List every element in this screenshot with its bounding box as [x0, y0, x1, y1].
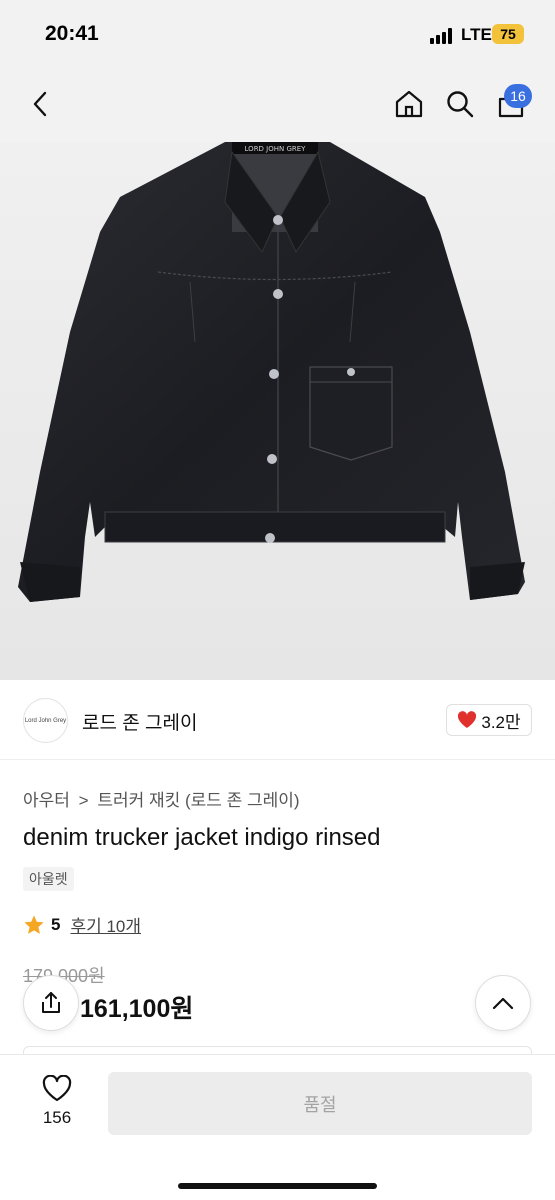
seller-like-count: 3.2만 [481, 712, 521, 732]
chevron-up-icon [492, 997, 514, 1010]
cart-count-badge: 16 [504, 84, 532, 108]
bottom-bar: 156 품절 [0, 1054, 555, 1200]
share-icon [42, 992, 60, 1013]
heart-filled-icon [458, 711, 477, 728]
seller-like-button[interactable]: 3.2만 [446, 704, 532, 736]
scroll-top-button[interactable] [475, 975, 531, 1031]
network-label: LTE [461, 25, 492, 44]
wishlist-count: 156 [42, 1108, 72, 1127]
breadcrumb-category[interactable]: 아우터 [23, 786, 70, 811]
breadcrumb: 아우터 > 트러커 재킷 (로드 존 그레이) [23, 786, 300, 811]
home-icon [395, 90, 423, 118]
home-button[interactable] [389, 84, 429, 124]
jacket-photo: LORD JOHN GREY [18, 142, 525, 602]
product-image[interactable]: LORD JOHN GREY [0, 142, 555, 680]
seller-logo[interactable]: Lord John Grey [23, 698, 68, 743]
signal-icon [430, 28, 456, 44]
brand-label: LORD JOHN GREY [245, 145, 307, 153]
back-button[interactable] [20, 84, 60, 124]
rating-row: 5 후기 10개 [23, 912, 141, 937]
seller-row[interactable]: Lord John Grey 로드 존 그레이 3.2만 [0, 680, 555, 760]
nav-bar [0, 70, 555, 142]
breadcrumb-subcategory[interactable]: 트러커 재킷 (로드 존 그레이) [97, 786, 299, 811]
breadcrumb-separator: > [78, 791, 89, 810]
share-button[interactable] [23, 975, 79, 1031]
status-bar: 20:41 LTE 75 [0, 0, 555, 70]
home-indicator [178, 1183, 377, 1189]
status-time: 20:41 [45, 22, 99, 45]
chevron-left-icon [33, 91, 47, 117]
sold-out-button[interactable]: 품절 [108, 1072, 532, 1135]
star-icon [24, 914, 44, 934]
battery-icon: 75 [492, 24, 524, 44]
product-title: denim trucker jacket indigo rinsed [23, 824, 381, 851]
outlet-tag: 아울렛 [23, 867, 74, 891]
sale-price: 161,100원 [80, 995, 194, 1023]
heart-outline-icon [42, 1075, 72, 1102]
seller-name[interactable]: 로드 존 그레이 [82, 708, 197, 735]
wishlist-button[interactable]: 156 [27, 1075, 87, 1128]
search-button[interactable] [440, 84, 480, 124]
search-icon [447, 91, 474, 118]
rating-value: 5 [51, 914, 61, 934]
review-link[interactable]: 후기 10개 [70, 912, 141, 937]
